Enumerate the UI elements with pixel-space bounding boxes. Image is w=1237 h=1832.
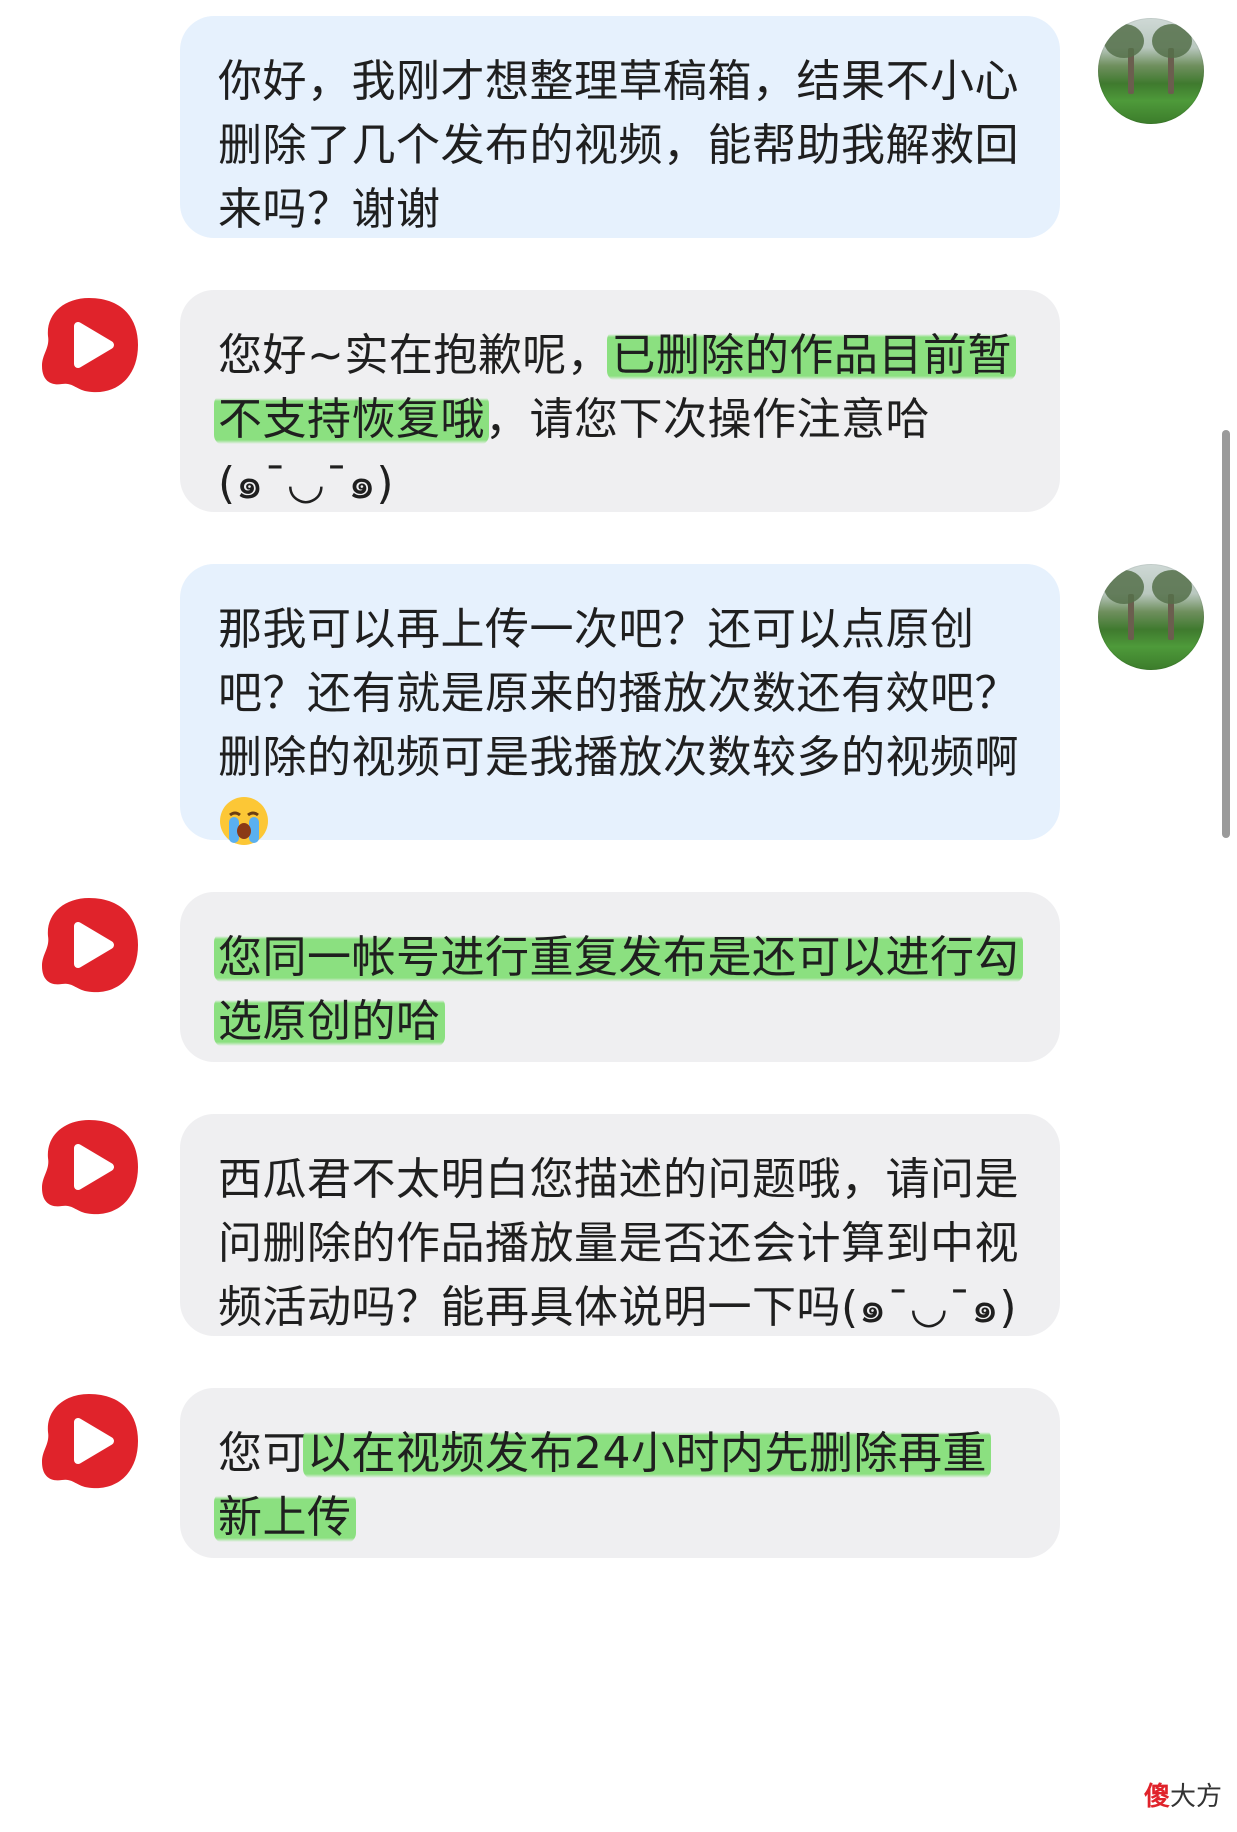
message-line: 您好~实在抱歉呢，已删除的作品目前暂 bbox=[218, 324, 1024, 388]
xigua-video-logo-icon[interactable] bbox=[36, 892, 142, 998]
highlighted-text: 选原创的哈 bbox=[214, 996, 445, 1047]
message-line bbox=[218, 790, 1024, 854]
message-support: 您可以在视频发布24小时内先删除再重 新上传 bbox=[0, 1388, 1237, 1558]
message-support: 您同一帐号进行重复发布是还可以进行勾 选原创的哈 bbox=[0, 892, 1237, 1062]
message-bubble[interactable]: 西瓜君不太明白您描述的问题哦，请问是 问删除的作品播放量是否还会计算到中视 频活… bbox=[180, 1114, 1060, 1336]
highlighted-text: 新上传 bbox=[214, 1492, 356, 1543]
user-avatar[interactable] bbox=[1098, 564, 1204, 670]
xigua-video-logo-icon[interactable] bbox=[36, 1114, 142, 1220]
message-line: (๑¯◡¯๑) bbox=[218, 458, 395, 509]
xigua-video-logo-icon[interactable] bbox=[36, 292, 142, 398]
message-bubble[interactable]: 你好，我刚才想整理草稿箱，结果不小心 删除了几个发布的视频，能帮助我解救回 来吗… bbox=[180, 16, 1060, 238]
message-support: 您好~实在抱歉呢，已删除的作品目前暂 不支持恢复哦，请您下次操作注意哈 (๑¯◡… bbox=[0, 290, 1237, 512]
message-line: 删除的视频可是我播放次数较多的视频啊 bbox=[218, 732, 1019, 783]
message-line: 问删除的作品播放量是否还会计算到中视 bbox=[218, 1218, 1019, 1269]
crying-face-emoji-icon bbox=[220, 797, 268, 845]
message-line: 那我可以再上传一次吧？还可以点原创 bbox=[218, 604, 975, 655]
watermark-logo-icon: 傻 bbox=[1144, 1782, 1171, 1812]
message-text: ，请您下次操作注意哈 bbox=[485, 394, 930, 445]
highlighted-text: 不支持恢复哦 bbox=[214, 394, 489, 445]
scrollbar[interactable] bbox=[1222, 430, 1230, 838]
message-bubble[interactable]: 那我可以再上传一次吧？还可以点原创 吧？还有就是原来的播放次数还有效吧？ 删除的… bbox=[180, 564, 1060, 845]
message-bubble[interactable]: 您同一帐号进行重复发布是还可以进行勾 选原创的哈 bbox=[180, 892, 1060, 1062]
message-text: 您好~实在抱歉呢， bbox=[218, 330, 612, 381]
watermark-text: 大方 bbox=[1170, 1782, 1223, 1812]
message-line: 来吗？谢谢 bbox=[218, 184, 441, 235]
message-line: 吧？还有就是原来的播放次数还有效吧？ bbox=[218, 668, 1019, 719]
message-bubble[interactable]: 您好~实在抱歉呢，已删除的作品目前暂 不支持恢复哦，请您下次操作注意哈 (๑¯◡… bbox=[180, 290, 1060, 512]
message-line: 删除了几个发布的视频，能帮助我解救回 bbox=[218, 120, 1019, 171]
highlighted-text: 以在视频发布24小时内先删除再重 bbox=[303, 1428, 991, 1479]
highlighted-text: 已删除的作品目前暂 bbox=[607, 330, 1016, 381]
chat-thread: 你好，我刚才想整理草稿箱，结果不小心 删除了几个发布的视频，能帮助我解救回 来吗… bbox=[0, 0, 1237, 1832]
xigua-video-logo-icon[interactable] bbox=[36, 1388, 142, 1494]
message-text: 您可 bbox=[218, 1428, 307, 1479]
message-line: 你好，我刚才想整理草稿箱，结果不小心 bbox=[218, 56, 1019, 107]
message-line: 西瓜君不太明白您描述的问题哦，请问是 bbox=[218, 1154, 1019, 1205]
highlighted-text: 您同一帐号进行重复发布是还可以进行勾 bbox=[214, 932, 1023, 983]
message-user: 你好，我刚才想整理草稿箱，结果不小心 删除了几个发布的视频，能帮助我解救回 来吗… bbox=[0, 16, 1237, 238]
message-user: 那我可以再上传一次吧？还可以点原创 吧？还有就是原来的播放次数还有效吧？ 删除的… bbox=[0, 564, 1237, 845]
watermark: 傻大方 bbox=[1144, 1776, 1222, 1813]
message-support: 西瓜君不太明白您描述的问题哦，请问是 问删除的作品播放量是否还会计算到中视 频活… bbox=[0, 1114, 1237, 1336]
message-line: 您可以在视频发布24小时内先删除再重 bbox=[218, 1422, 1024, 1486]
message-line: 新上传 bbox=[214, 1486, 1024, 1550]
message-line: 频活动吗？能再具体说明一下吗(๑¯◡¯๑) bbox=[218, 1282, 1018, 1333]
message-bubble[interactable]: 您可以在视频发布24小时内先删除再重 新上传 bbox=[180, 1388, 1060, 1558]
message-line: 选原创的哈 bbox=[214, 990, 1024, 1054]
message-line: 您同一帐号进行重复发布是还可以进行勾 bbox=[214, 926, 1024, 990]
message-line: 不支持恢复哦，请您下次操作注意哈 bbox=[214, 388, 1024, 452]
user-avatar[interactable] bbox=[1098, 18, 1204, 124]
